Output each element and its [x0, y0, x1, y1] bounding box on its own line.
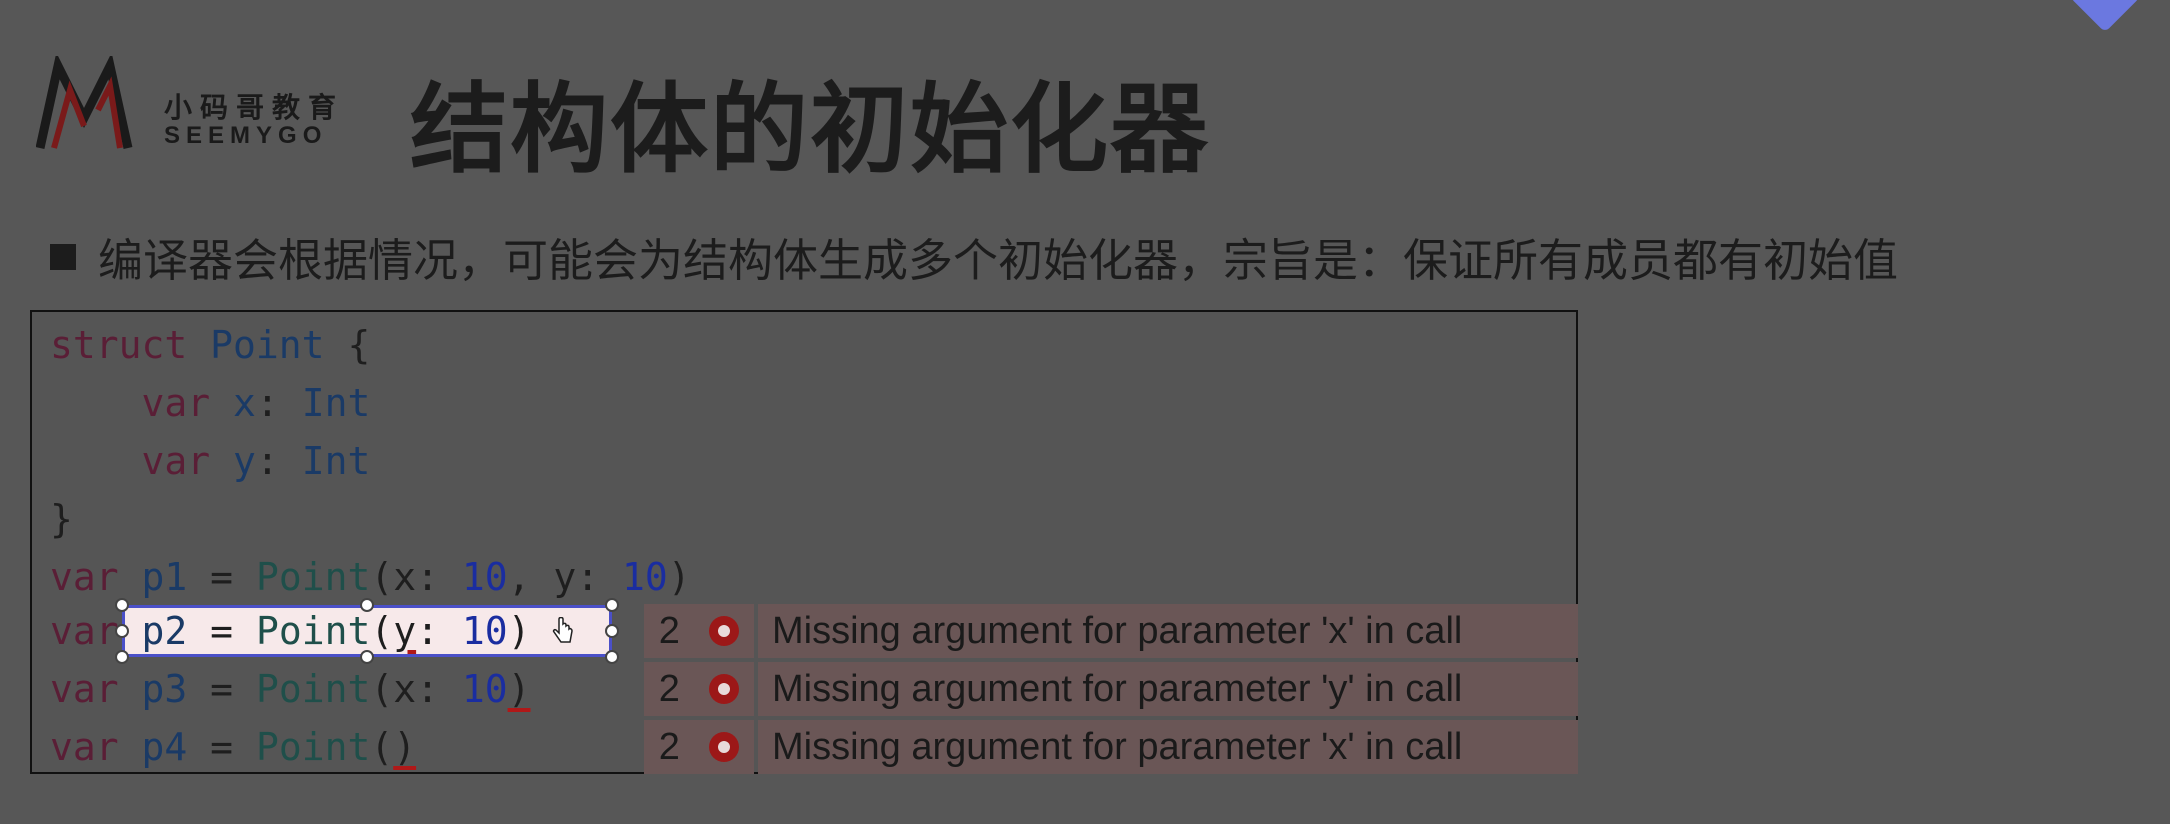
var-name: p2	[141, 609, 188, 653]
func-name: Point	[255, 609, 371, 653]
error-punct: )	[507, 667, 531, 711]
code-line-2: var x: Int	[50, 374, 371, 432]
code-line-1: struct Point {	[50, 316, 370, 374]
error-count-cell[interactable]: 2	[644, 662, 754, 716]
var-name: y	[233, 439, 256, 483]
code-line-4: }	[50, 490, 73, 548]
page-title: 结构体的初始化器	[410, 73, 1211, 187]
number-literal: 10	[461, 555, 508, 599]
hand-cursor-icon	[552, 617, 573, 643]
error-count: 2	[658, 609, 680, 652]
code-punct: =	[187, 667, 256, 711]
var-name: x	[233, 381, 256, 425]
type-name: Int	[301, 439, 371, 483]
var-name: p3	[141, 667, 188, 711]
code-punct: :	[255, 381, 302, 425]
error-count: 2	[658, 725, 680, 768]
error-count-cell[interactable]: 2	[644, 720, 754, 774]
var-name: p1	[141, 555, 188, 599]
type-name: Point	[210, 323, 325, 367]
var-name: p4	[141, 725, 188, 769]
error-arg: y	[393, 609, 417, 653]
code-punct: =	[187, 609, 256, 653]
error-annotation[interactable]: 2 Missing argument for parameter 'x' in …	[644, 602, 1578, 660]
error-annotation[interactable]: 2 Missing argument for parameter 'x' in …	[644, 718, 1578, 776]
keyword: var	[50, 667, 119, 711]
bullet-point: 编译器会根据情况，可能会为结构体生成多个初始化器，宗旨是：保证所有成员都有初始值	[50, 224, 1898, 289]
code-punct: =	[187, 555, 256, 599]
resize-handle[interactable]	[605, 598, 619, 612]
number-literal: 10	[461, 609, 508, 653]
error-punct: )	[393, 725, 417, 769]
code-punct: }	[50, 497, 73, 541]
error-icon	[709, 616, 740, 646]
code-punct: )	[507, 609, 531, 653]
logo-text-cn: 小码哥教育	[164, 91, 345, 124]
logo-mark-icon	[36, 56, 133, 149]
func-name: Point	[255, 725, 371, 769]
number-literal: 10	[622, 555, 668, 599]
resize-handle[interactable]	[605, 624, 619, 638]
code-punct: )	[667, 555, 691, 599]
number-literal: 10	[461, 667, 508, 711]
code-line-3: var y: Int	[50, 432, 371, 490]
code-line-8: var p4 = Point()	[50, 718, 416, 776]
code-line-5: var p1 = Point(x: 10, y: 10)	[50, 548, 691, 606]
error-message: Missing argument for parameter 'x' in ca…	[758, 604, 1578, 658]
error-count-cell[interactable]: 2	[644, 604, 754, 658]
code-editor[interactable]: struct Point { var x: Int var y: Int } v…	[30, 310, 1578, 774]
code-punct: , y:	[507, 555, 622, 599]
keyword: var	[50, 555, 119, 599]
code-punct: =	[187, 725, 256, 769]
error-count: 2	[658, 667, 680, 710]
keyword: var	[50, 609, 119, 653]
corner-badge	[2069, 0, 2141, 33]
code-punct: (x:	[370, 555, 462, 599]
func-name: Point	[255, 555, 371, 599]
code-punct: (	[370, 609, 394, 653]
code-punct: :	[416, 609, 462, 653]
type-name: Int	[301, 381, 371, 425]
resize-handle[interactable]	[605, 650, 619, 664]
code-punct: :	[255, 439, 302, 483]
code-punct: (	[370, 725, 394, 769]
logo: 小码哥教育 SEEMYGO	[36, 56, 366, 156]
bullet-text: 编译器会根据情况，可能会为结构体生成多个初始化器，宗旨是：保证所有成员都有初始值	[98, 234, 1899, 287]
code-punct: {	[324, 323, 371, 367]
keyword: var	[50, 725, 119, 769]
keyword: var	[141, 439, 211, 483]
error-message: Missing argument for parameter 'y' in ca…	[758, 662, 1578, 716]
logo-text-en: SEEMYGO	[164, 122, 328, 149]
error-message: Missing argument for parameter 'x' in ca…	[758, 720, 1578, 774]
error-icon	[709, 674, 740, 704]
func-name: Point	[255, 667, 371, 711]
bullet-square-icon	[50, 243, 76, 270]
error-icon	[709, 732, 740, 762]
keyword: struct	[50, 323, 188, 367]
error-annotation[interactable]: 2 Missing argument for parameter 'y' in …	[644, 660, 1578, 718]
code-line-7: var p3 = Point(x: 10)	[50, 660, 531, 718]
code-punct: (x:	[370, 667, 462, 711]
code-line-6: var p2 = Point(y: 10)	[50, 602, 531, 660]
keyword: var	[141, 381, 211, 425]
